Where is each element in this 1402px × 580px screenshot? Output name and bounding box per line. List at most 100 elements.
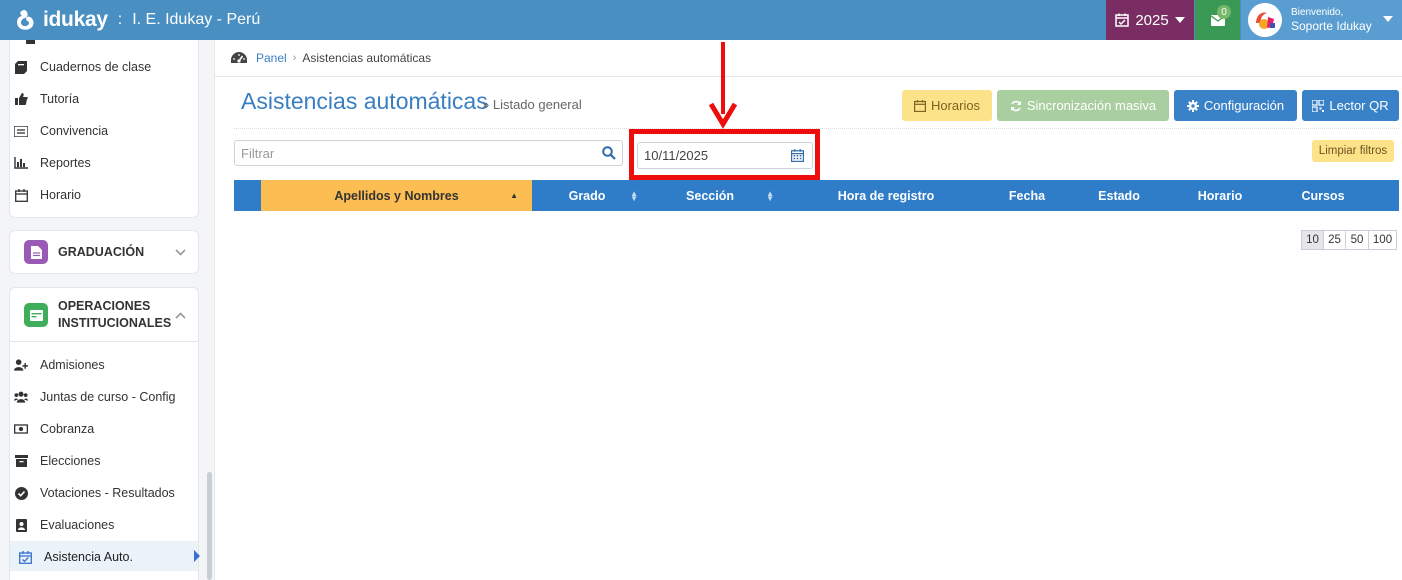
notebook-icon	[26, 40, 35, 44]
sort-icon: ▲ ▼	[630, 189, 638, 203]
sidebar-item-label: Juntas de curso - Config	[40, 390, 176, 404]
sidebar-item-label: Cobranza	[40, 422, 95, 436]
messages-button[interactable]: 0	[1195, 0, 1240, 40]
column-header-label: Grado	[568, 188, 606, 203]
clear-filters-button[interactable]: Limpiar filtros	[1312, 140, 1394, 162]
breadcrumb-current: Asistencias automáticas	[302, 51, 432, 65]
caret-down-icon	[1174, 17, 1185, 23]
section-title-graduacion: GRADUACIÓN	[58, 245, 145, 259]
column-header-label: Fecha	[1008, 188, 1046, 203]
list-icon	[14, 124, 28, 138]
sidebar-item-asistencia-auto[interactable]: Asistencia Auto.	[18, 546, 133, 568]
column-header-hora[interactable]: Hora de registro	[778, 180, 994, 211]
sidebar-item-cobranza[interactable]: Cobranza	[14, 418, 94, 440]
down-arrow-icon	[708, 42, 738, 129]
column-header-fecha[interactable]: Fecha	[994, 180, 1060, 211]
logo-separator: :	[117, 11, 123, 28]
sidebar-scrollbar[interactable]	[207, 472, 212, 580]
table-header-blank	[234, 180, 261, 211]
sidebar-item-convivencia[interactable]: Convivencia	[14, 120, 108, 142]
sidebar-item-juntas[interactable]: Juntas de curso - Config	[14, 386, 176, 408]
calendar-icon	[14, 188, 28, 202]
sidebar-item-reportes[interactable]: Reportes	[14, 152, 91, 174]
column-header-label: Horario	[1197, 188, 1243, 203]
calendar-check-icon	[18, 550, 32, 564]
column-header-cursos[interactable]: Cursos	[1262, 180, 1384, 211]
page-size-option[interactable]: 10	[1301, 230, 1324, 250]
school-name: I. E. Idukay - Perú	[132, 11, 261, 28]
logo[interactable]: idukay : I. E. Idukay - Perú	[14, 7, 260, 33]
sidebar-item-cuadernos[interactable]: Cuadernos de clase	[14, 56, 151, 78]
section-title-operaciones-line2: INSTITUCIONALES	[58, 316, 172, 330]
column-header-label: Cursos	[1301, 188, 1345, 203]
notebook-icon	[14, 60, 28, 74]
user-menu[interactable]: Bienvenido, Soporte Idukay	[1241, 0, 1402, 40]
bar-chart-icon	[14, 156, 28, 170]
calendar-icon	[913, 99, 926, 112]
page-size-option[interactable]: 100	[1368, 230, 1397, 250]
filter-input[interactable]	[241, 142, 596, 164]
column-header-label: Apellidos y Nombres	[334, 188, 459, 203]
archive-icon	[14, 454, 28, 468]
sidebar-item-elecciones[interactable]: Elecciones	[14, 450, 100, 472]
active-marker	[194, 550, 200, 562]
window-icon	[24, 303, 48, 327]
avatar-logo-icon	[1248, 3, 1282, 37]
sidebar-item-horario[interactable]: Horario	[14, 184, 81, 206]
user-plus-icon	[14, 358, 28, 372]
page-title: Asistencias automáticas	[241, 88, 488, 114]
sidebar-item-label: Asistencia Auto.	[44, 550, 133, 564]
page-size-option[interactable]: 50	[1345, 230, 1369, 250]
sidebar-section-graduacion[interactable]: GRADUACIÓN	[9, 230, 199, 274]
gear-icon	[1186, 99, 1199, 112]
sidebar-item-label: Admisiones	[40, 358, 105, 372]
qr-reader-button-label: Lector QR	[1329, 98, 1389, 113]
chevron-up-icon[interactable]	[175, 312, 186, 319]
breadcrumb: Panel › Asistencias automáticas	[215, 40, 1402, 77]
breadcrumb-home-link[interactable]: Panel	[256, 51, 287, 65]
page-size-selector: 10 25 50 100	[1301, 230, 1397, 250]
sync-button[interactable]: Sincronización masiva	[997, 90, 1169, 121]
sidebar: Cuadernos de clase Tutoría Convivencia R…	[0, 40, 215, 580]
sort-icon: ▲ ▼	[766, 189, 774, 203]
horarios-button-label: Horarios	[930, 98, 981, 113]
logo-text: idukay	[43, 8, 108, 31]
money-icon	[14, 422, 28, 436]
horarios-button[interactable]: Horarios	[902, 90, 992, 121]
sidebar-item-votaciones[interactable]: Votaciones - Resultados	[14, 482, 175, 504]
page-subtitle: » Listado general	[482, 97, 582, 112]
caret-down-icon	[1383, 16, 1393, 22]
year-label: 2025	[1135, 11, 1169, 29]
column-header-seccion[interactable]: Sección ▲ ▼	[642, 180, 778, 211]
user-name: Soporte Idukay	[1291, 18, 1372, 33]
users-icon	[14, 390, 28, 404]
search-icon[interactable]	[602, 146, 616, 160]
column-header-horario[interactable]: Horario	[1178, 180, 1262, 211]
column-header-label: Sección	[686, 188, 734, 203]
page-size-option[interactable]: 25	[1323, 230, 1346, 250]
config-button[interactable]: Configuración	[1174, 90, 1297, 121]
section-title-operaciones-line1: OPERACIONES	[58, 299, 151, 313]
sidebar-item-label: Votaciones - Resultados	[40, 486, 175, 500]
sidebar-item-admisiones[interactable]: Admisiones	[14, 354, 105, 376]
thumbs-up-icon	[14, 92, 28, 106]
sort-asc-icon: ▲	[510, 191, 518, 200]
year-selector[interactable]: 2025	[1106, 0, 1194, 40]
section-header-operaciones[interactable]: OPERACIONES INSTITUCIONALES	[24, 298, 171, 332]
column-header-nombres[interactable]: Apellidos y Nombres ▲	[261, 180, 532, 211]
table-header: Apellidos y Nombres ▲ Grado ▲ ▼ Sección ▲…	[234, 180, 1399, 211]
qrcode-icon	[1312, 99, 1325, 112]
qr-reader-button[interactable]: Lector QR	[1302, 90, 1399, 121]
sidebar-item-evaluaciones[interactable]: Evaluaciones	[14, 514, 114, 536]
sidebar-item-label: Convivencia	[40, 124, 109, 138]
highlight-box	[629, 129, 820, 180]
calendar-check-icon	[1115, 13, 1130, 27]
column-header-grado[interactable]: Grado ▲ ▼	[532, 180, 642, 211]
section-divider	[10, 341, 198, 342]
document-icon	[24, 240, 48, 264]
check-circle-icon	[14, 486, 28, 500]
column-header-estado[interactable]: Estado	[1060, 180, 1178, 211]
sync-button-label: Sincronización masiva	[1026, 98, 1157, 113]
sidebar-item-tutoria[interactable]: Tutoría	[14, 88, 79, 110]
dashboard-icon	[231, 52, 247, 63]
